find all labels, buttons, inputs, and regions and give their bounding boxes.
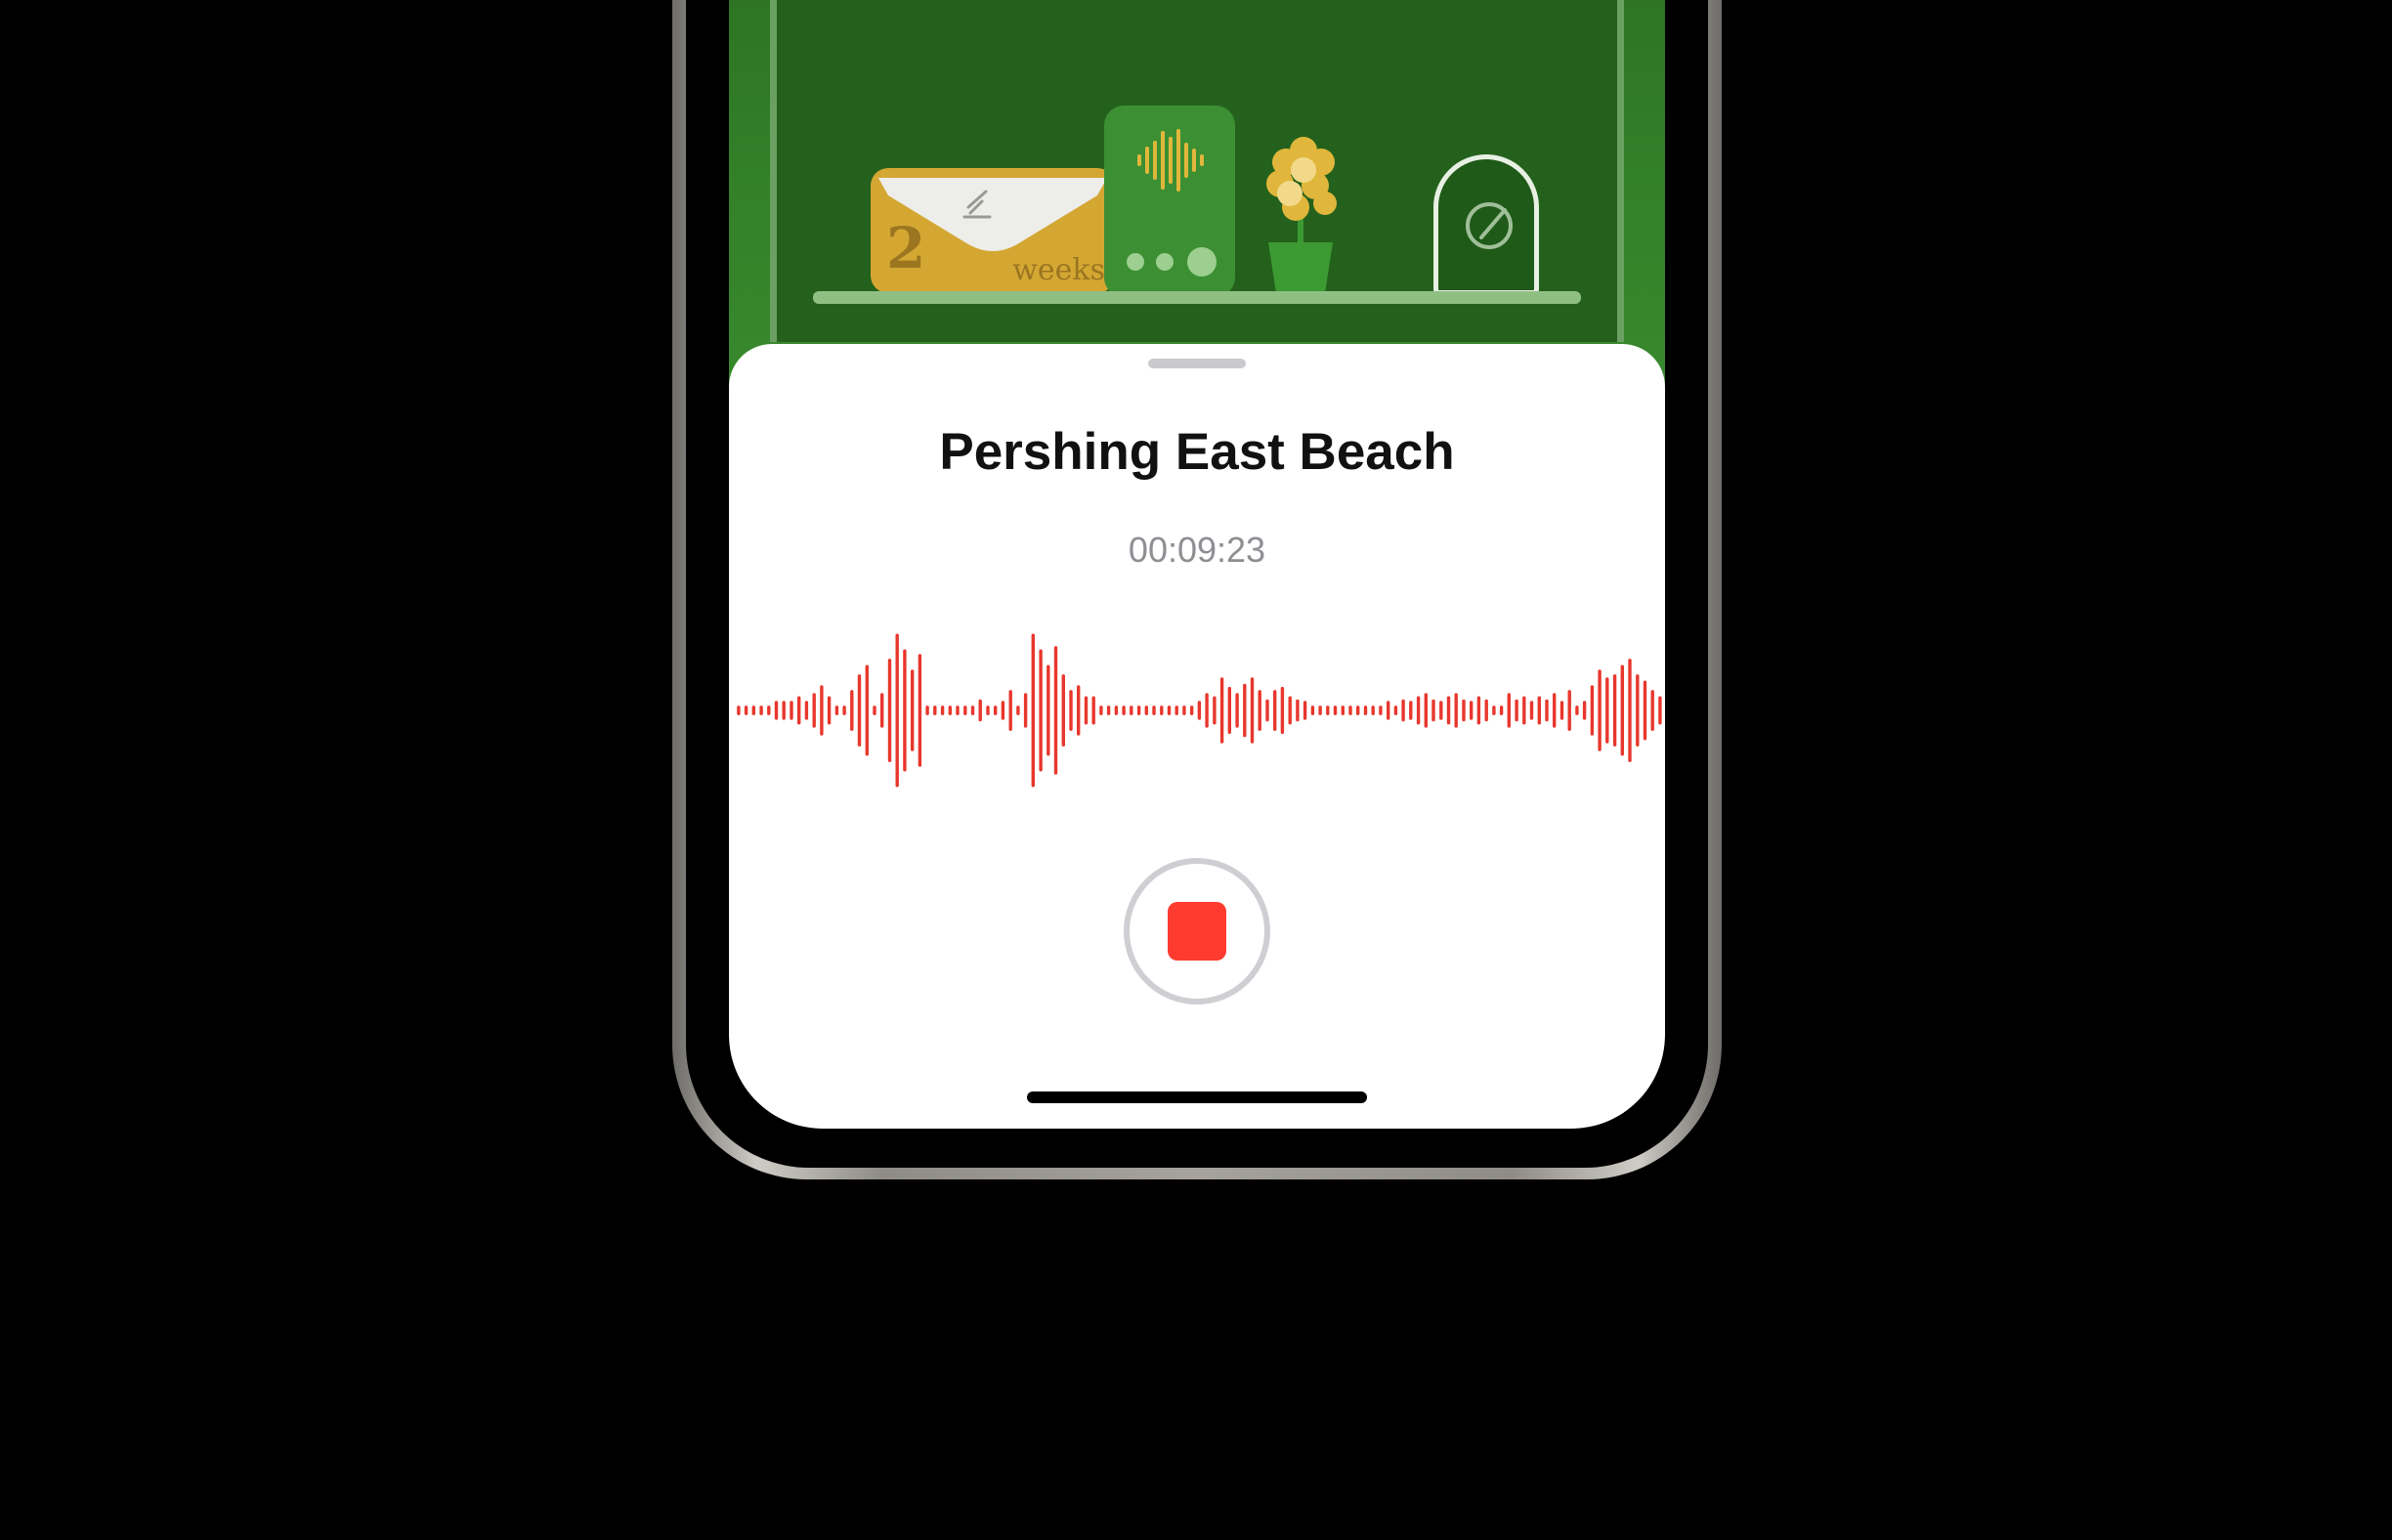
waveform-icon	[1127, 129, 1217, 277]
envelope-label: weeks	[1012, 253, 1105, 287]
sheet-grabber[interactable]	[1148, 359, 1246, 368]
elapsed-timer: 00:09:23	[1128, 530, 1266, 570]
shelf	[813, 291, 1581, 304]
recording-title: Pershing East Beach	[939, 423, 1455, 481]
audio-waveform	[737, 633, 1662, 788]
phone-bezel: 2 weeks Pershing East Beach 00:09:23	[686, 0, 1708, 1168]
recording-sheet: Pershing East Beach 00:09:23	[729, 344, 1665, 1129]
compose-icon	[1466, 202, 1513, 249]
envelope-number: 2	[886, 215, 926, 281]
voice-memo-widget[interactable]	[1104, 106, 1235, 297]
background-scene: 2 weeks	[729, 0, 1665, 391]
stop-icon	[1168, 902, 1226, 961]
home-indicator[interactable]	[1027, 1091, 1367, 1103]
phone-screen: 2 weeks Pershing East Beach 00:09:23	[729, 0, 1665, 1129]
envelope-widget[interactable]: 2 weeks	[871, 168, 1115, 293]
stop-recording-button[interactable]	[1124, 858, 1270, 1005]
flower-pot-icon	[1266, 137, 1337, 293]
phone-frame: 2 weeks Pershing East Beach 00:09:23	[672, 0, 1722, 1179]
compose-arch-button[interactable]	[1433, 154, 1539, 295]
